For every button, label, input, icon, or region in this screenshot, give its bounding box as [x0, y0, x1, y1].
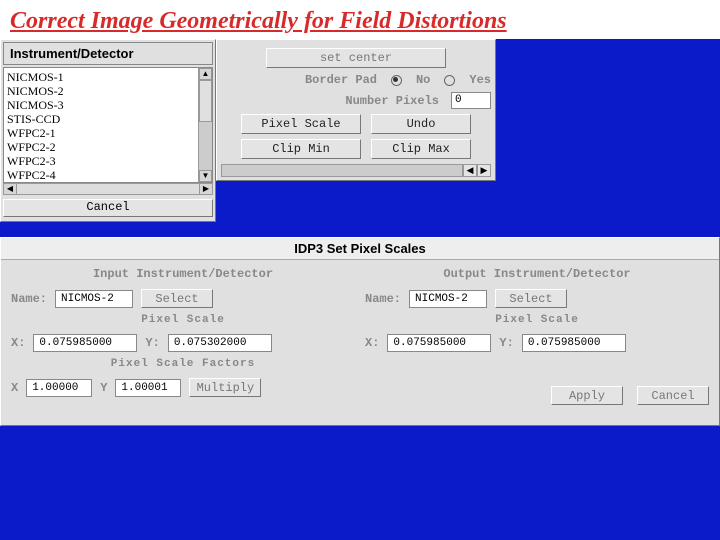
output-y-field[interactable]: 0.075985000	[522, 334, 626, 352]
x-label: X:	[11, 336, 25, 350]
list-item[interactable]: NICMOS-3	[7, 98, 195, 112]
scroll-right-icon[interactable]: ▶	[200, 184, 212, 194]
border-pad-label: Border Pad	[305, 73, 377, 87]
factor-y-field[interactable]: 1.00001	[115, 379, 181, 397]
multiply-button[interactable]: Multiply	[189, 378, 261, 397]
pixel-scales-dialog: IDP3 Set Pixel Scales Input Instrument/D…	[0, 237, 720, 426]
pixel-scale-label: Pixel Scale	[11, 314, 355, 326]
input-select-button[interactable]: Select	[141, 289, 213, 308]
factor-x-field[interactable]: 1.00000	[26, 379, 92, 397]
scroll-left-icon[interactable]: ◀	[463, 164, 477, 177]
y-label: Y:	[145, 336, 159, 350]
fy-label: Y	[100, 381, 107, 395]
list-item[interactable]: WFPC2-3	[7, 154, 195, 168]
name-label: Name:	[365, 292, 401, 306]
list-item[interactable]: NICMOS-2	[7, 84, 195, 98]
output-x-field[interactable]: 0.075985000	[387, 334, 491, 352]
image-options-panel: set center Border Pad No Yes Number Pixe…	[216, 39, 496, 181]
cancel-button[interactable]: Cancel	[3, 199, 213, 217]
pixel-scale-button[interactable]: Pixel Scale	[241, 114, 361, 134]
name-label: Name:	[11, 292, 47, 306]
clip-min-button[interactable]: Clip Min	[241, 139, 361, 159]
y-label: Y:	[499, 336, 513, 350]
scroll-thumb[interactable]	[199, 80, 212, 122]
list-item[interactable]: WFPC2-4	[7, 168, 195, 182]
panel-hscrollbar[interactable]: ◀ ▶	[221, 164, 491, 177]
yes-label: Yes	[469, 73, 491, 87]
list-item[interactable]: WFPC2-1	[7, 126, 195, 140]
output-select-button[interactable]: Select	[495, 289, 567, 308]
input-x-field[interactable]: 0.075985000	[33, 334, 137, 352]
set-center-button[interactable]: set center	[266, 48, 446, 68]
number-pixels-input[interactable]: 0	[451, 92, 491, 109]
input-name-field[interactable]: NICMOS-2	[55, 290, 133, 308]
no-label: No	[416, 73, 430, 87]
scroll-track[interactable]	[199, 80, 212, 170]
scroll-left-icon[interactable]: ◀	[4, 184, 16, 194]
panel-hscroll-track[interactable]	[221, 164, 463, 177]
input-column: Input Instrument/Detector Name: NICMOS-2…	[11, 264, 355, 411]
border-pad-yes-radio[interactable]	[444, 75, 455, 86]
border-pad-no-radio[interactable]	[391, 75, 402, 86]
apply-button[interactable]: Apply	[551, 386, 623, 405]
output-header: Output Instrument/Detector	[365, 267, 709, 281]
list-item[interactable]: NICMOS-1	[7, 70, 195, 84]
pixel-scale-factors-label: Pixel Scale Factors	[11, 358, 355, 370]
list-item[interactable]: STIS-CCD	[7, 112, 195, 126]
instrument-selector-panel: Instrument/Detector NICMOS-1 NICMOS-2 NI…	[0, 39, 216, 222]
input-header: Input Instrument/Detector	[11, 267, 355, 281]
fx-label: X	[11, 381, 18, 395]
clip-max-button[interactable]: Clip Max	[371, 139, 471, 159]
output-column: Output Instrument/Detector Name: NICMOS-…	[365, 264, 709, 411]
x-label: X:	[365, 336, 379, 350]
list-item[interactable]: WFPC2-2	[7, 140, 195, 154]
scroll-right-icon[interactable]: ▶	[477, 164, 491, 177]
pixel-scale-label: Pixel Scale	[365, 314, 709, 326]
instrument-header: Instrument/Detector	[3, 42, 213, 65]
scroll-up-icon[interactable]: ▲	[199, 68, 212, 80]
vertical-scrollbar[interactable]: ▲ ▼	[198, 68, 212, 182]
horizontal-scrollbar[interactable]: ◀ ▶	[3, 183, 213, 195]
instrument-listbox[interactable]: NICMOS-1 NICMOS-2 NICMOS-3 STIS-CCD WFPC…	[4, 68, 198, 182]
output-name-field[interactable]: NICMOS-2	[409, 290, 487, 308]
input-y-field[interactable]: 0.075302000	[168, 334, 272, 352]
undo-button[interactable]: Undo	[371, 114, 471, 134]
page-title: Correct Image Geometrically for Field Di…	[0, 0, 720, 39]
dialog-title: IDP3 Set Pixel Scales	[1, 238, 719, 260]
hscroll-track[interactable]	[16, 184, 200, 194]
number-pixels-label: Number Pixels	[345, 94, 439, 108]
dialog-cancel-button[interactable]: Cancel	[637, 386, 709, 405]
scroll-down-icon[interactable]: ▼	[199, 170, 212, 182]
